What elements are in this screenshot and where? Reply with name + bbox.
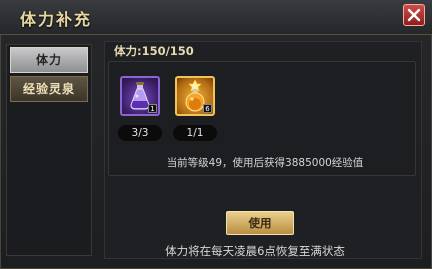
close-button[interactable] [403,4,425,26]
item-gold-potion[interactable]: 6 [175,76,215,116]
side-tab-panel: 体力 经验灵泉 [6,44,92,256]
rank-badge: 1 [148,104,157,113]
title-bar: 体力补充 [0,0,432,35]
close-icon [407,8,421,22]
item-count: 3/3 [118,125,162,141]
rank-badge: 6 [203,104,212,113]
dialog-title: 体力补充 [20,10,93,29]
tab-exp-spring[interactable]: 经验灵泉 [10,76,88,102]
stamina-value: 体力:150/150 [114,44,194,58]
use-button[interactable]: 使用 [226,211,294,235]
recovery-note: 体力将在每天凌晨6点恢复至满状态 [165,244,345,258]
item-purple-potion[interactable]: 1 [120,76,160,116]
item-count: 1/1 [173,125,217,141]
tab-stamina[interactable]: 体力 [10,47,88,73]
exp-info-text: 当前等级49，使用后获得3885000经验值 [166,157,364,169]
